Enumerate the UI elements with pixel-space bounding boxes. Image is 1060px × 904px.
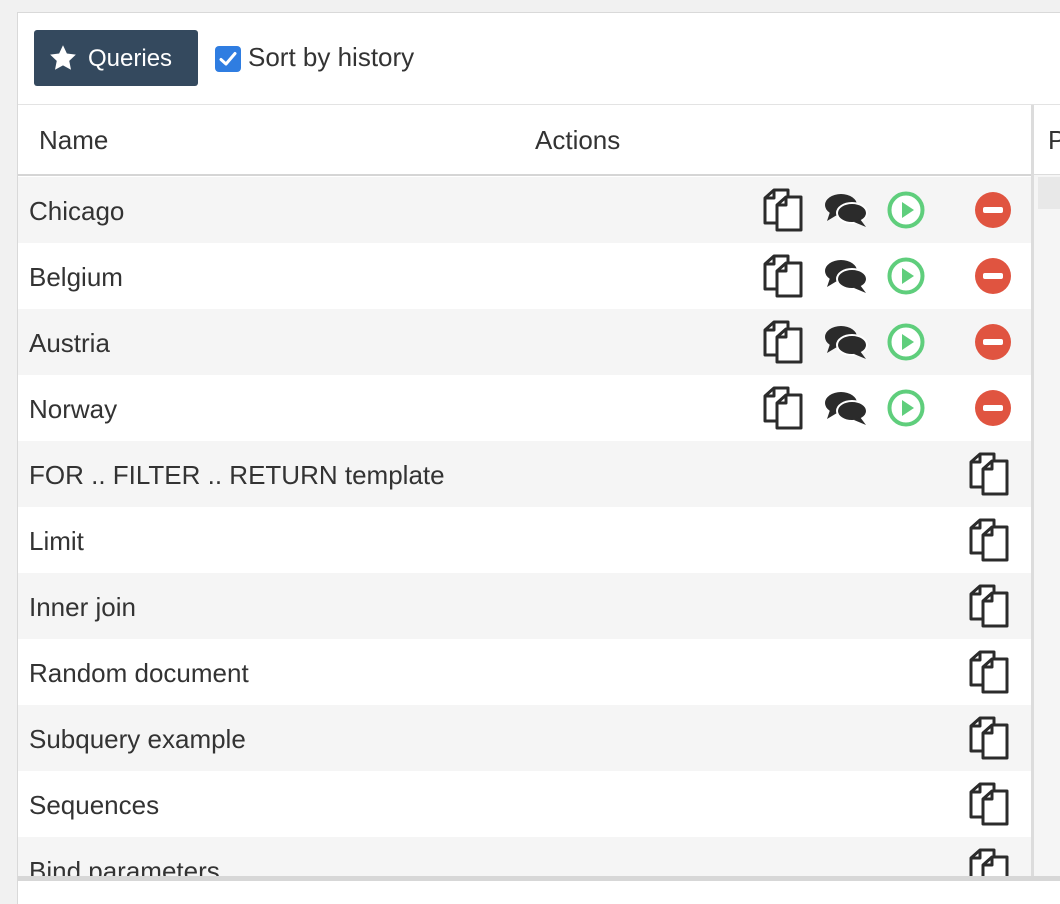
query-name: Belgium (29, 262, 123, 292)
play-icon[interactable] (887, 191, 925, 229)
queries-button-label: Queries (88, 45, 173, 72)
checkmark-icon (219, 52, 237, 66)
table-body: Chicago Belgium Austria Norway FOR .. FI… (18, 177, 1031, 877)
query-name: Bind parameters (29, 856, 220, 877)
column-header-actions: Actions (535, 125, 621, 155)
comments-icon[interactable] (824, 389, 868, 427)
table-row[interactable]: Subquery example (18, 705, 1031, 771)
star-icon (50, 45, 76, 70)
sort-by-history-label[interactable]: Sort by history (248, 42, 414, 73)
query-name: Sequences (29, 790, 160, 820)
table-row[interactable]: Norway (18, 375, 1031, 441)
copy-icon[interactable] (761, 188, 805, 232)
table-row[interactable]: Inner join (18, 573, 1031, 639)
table-row[interactable]: Chicago (18, 177, 1031, 243)
queries-panel: Queries Sort by history Name Actions Chi… (17, 12, 1060, 904)
remove-icon[interactable] (974, 257, 1012, 295)
right-panel: P (1031, 105, 1060, 877)
table-row[interactable]: Bind parameters (18, 837, 1031, 877)
copy-icon[interactable] (967, 782, 1011, 826)
copy-icon[interactable] (967, 452, 1011, 496)
table-row[interactable]: FOR .. FILTER .. RETURN template (18, 441, 1031, 507)
remove-icon[interactable] (974, 191, 1012, 229)
copy-icon[interactable] (761, 254, 805, 298)
query-name: Subquery example (29, 724, 246, 754)
table-row[interactable]: Random document (18, 639, 1031, 705)
query-name: Chicago (29, 196, 125, 226)
queries-table: Name Actions Chicago Belgium Austria Nor… (18, 105, 1031, 877)
comments-icon[interactable] (824, 323, 868, 361)
table-row[interactable]: Austria (18, 309, 1031, 375)
query-name: FOR .. FILTER .. RETURN template (29, 460, 445, 490)
query-name: Inner join (29, 592, 136, 622)
comments-icon[interactable] (824, 257, 868, 295)
right-panel-header-label: P (1048, 125, 1060, 155)
remove-icon[interactable] (974, 389, 1012, 427)
copy-icon[interactable] (967, 518, 1011, 562)
table-row[interactable]: Limit (18, 507, 1031, 573)
table-header: Name Actions (18, 105, 1031, 176)
query-name: Random document (29, 658, 249, 688)
play-icon[interactable] (887, 323, 925, 361)
copy-icon[interactable] (761, 320, 805, 364)
horizontal-scrollbar[interactable] (18, 876, 1060, 881)
query-name: Austria (29, 328, 110, 358)
copy-icon[interactable] (967, 584, 1011, 628)
right-panel-header: P (1034, 105, 1060, 175)
comments-icon[interactable] (824, 191, 868, 229)
query-name: Limit (29, 526, 84, 556)
toolbar: Queries Sort by history (18, 13, 1060, 105)
sort-by-history-checkbox[interactable] (215, 46, 241, 72)
remove-icon[interactable] (974, 323, 1012, 361)
play-icon[interactable] (887, 257, 925, 295)
right-panel-selected-row (1038, 177, 1060, 209)
copy-icon[interactable] (967, 716, 1011, 760)
copy-icon[interactable] (967, 650, 1011, 694)
play-icon[interactable] (887, 389, 925, 427)
queries-button[interactable]: Queries (34, 30, 198, 86)
table-row[interactable]: Belgium (18, 243, 1031, 309)
query-name: Norway (29, 394, 118, 424)
copy-icon[interactable] (967, 848, 1011, 877)
column-header-name: Name (39, 125, 109, 155)
table-row[interactable]: Sequences (18, 771, 1031, 837)
copy-icon[interactable] (761, 386, 805, 430)
